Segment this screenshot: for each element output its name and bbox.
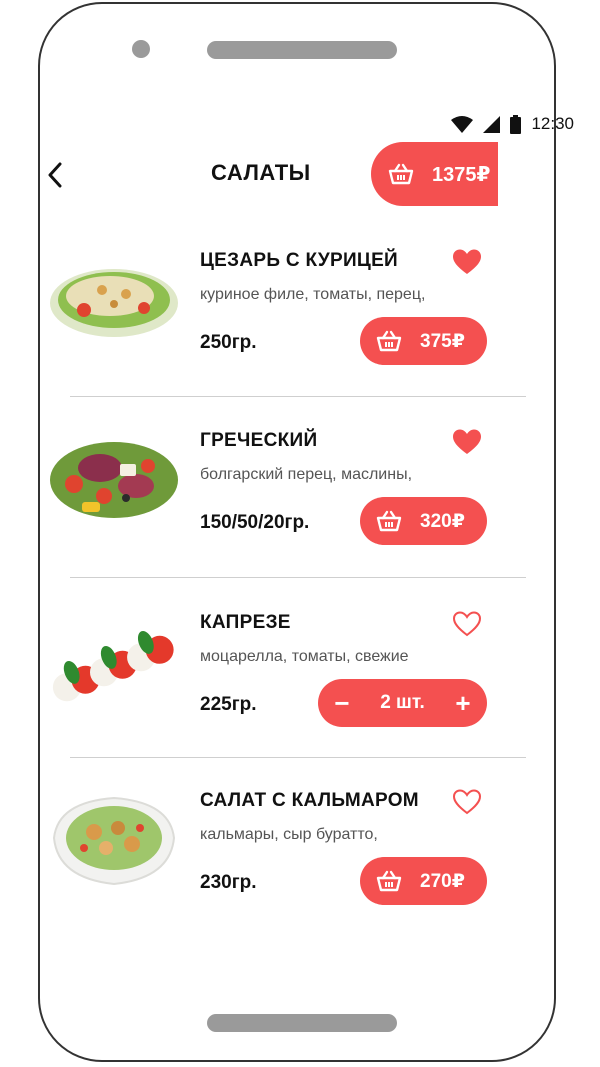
item-weight: 230гр. [200,872,257,893]
item-description: кальмары, сыр буратто, [200,826,378,843]
item-price: 270₽ [420,870,465,892]
menu-item[interactable]: ГРЕЧЕСКИЙ болгарский перец, маслины, 150… [30,400,488,580]
increase-quantity-button[interactable]: + [439,679,487,727]
item-price: 375₽ [420,330,465,352]
header: САЛАТЫ 1375₽ [0,140,600,210]
caprese-salad-image [52,630,174,702]
page-title: САЛАТЫ [211,160,311,185]
item-name: САЛАТ С КАЛЬМАРОМ [200,790,419,811]
item-description: моцарелла, томаты, свежие [200,648,409,665]
item-name: ЦЕЗАРЬ С КУРИЦЕЙ [200,250,399,271]
cellular-signal-icon [483,115,501,133]
heart-outline-icon[interactable] [452,788,482,816]
item-description: болгарский перец, маслины, [200,466,413,483]
greek-salad-image [50,442,178,518]
item-quantity: 2 шт. [380,692,425,713]
battery-icon [510,114,522,134]
heart-filled-icon[interactable] [452,248,482,276]
caesar-salad-image [50,269,178,337]
earpiece-speaker [207,41,397,59]
item-weight: 225гр. [200,694,257,715]
wifi-icon [451,115,474,133]
basket-icon [388,163,414,185]
decrease-quantity-button[interactable]: − [318,679,366,727]
basket-icon [376,870,402,892]
back-button[interactable] [40,160,70,190]
cart-button[interactable]: 1375₽ [371,142,498,206]
heart-outline-icon[interactable] [452,610,482,638]
quantity-stepper: − 2 шт. + [318,679,487,727]
status-time: 12:30 [531,114,574,133]
add-to-cart-button[interactable]: 375₽ [360,317,487,365]
chevron-left-icon [48,162,62,188]
basket-icon [376,330,402,352]
add-to-cart-button[interactable]: 270₽ [360,857,487,905]
item-price: 320₽ [420,510,465,532]
item-description: куриное филе, томаты, перец, [200,286,426,303]
divider [70,757,526,758]
squid-salad-image [52,796,176,886]
menu-item[interactable]: САЛАТ С КАЛЬМАРОМ кальмары, сыр буратто,… [30,760,488,940]
status-bar: 12:30 [451,114,574,134]
item-name: ГРЕЧЕСКИЙ [200,430,318,451]
menu-item[interactable]: КАПРЕЗЕ моцарелла, томаты, свежие 225гр.… [30,582,488,762]
menu-item[interactable]: ЦЕЗАРЬ С КУРИЦЕЙ куриное филе, томаты, п… [30,220,488,400]
item-name: КАПРЕЗЕ [200,612,291,633]
item-weight: 150/50/20гр. [200,512,310,533]
cart-total: 1375₽ [432,163,491,186]
basket-icon [376,510,402,532]
item-weight: 250гр. [200,332,257,353]
add-to-cart-button[interactable]: 320₽ [360,497,487,545]
front-camera [132,40,150,58]
divider [70,396,526,397]
divider [70,577,526,578]
heart-filled-icon[interactable] [452,428,482,456]
home-indicator[interactable] [207,1014,397,1032]
